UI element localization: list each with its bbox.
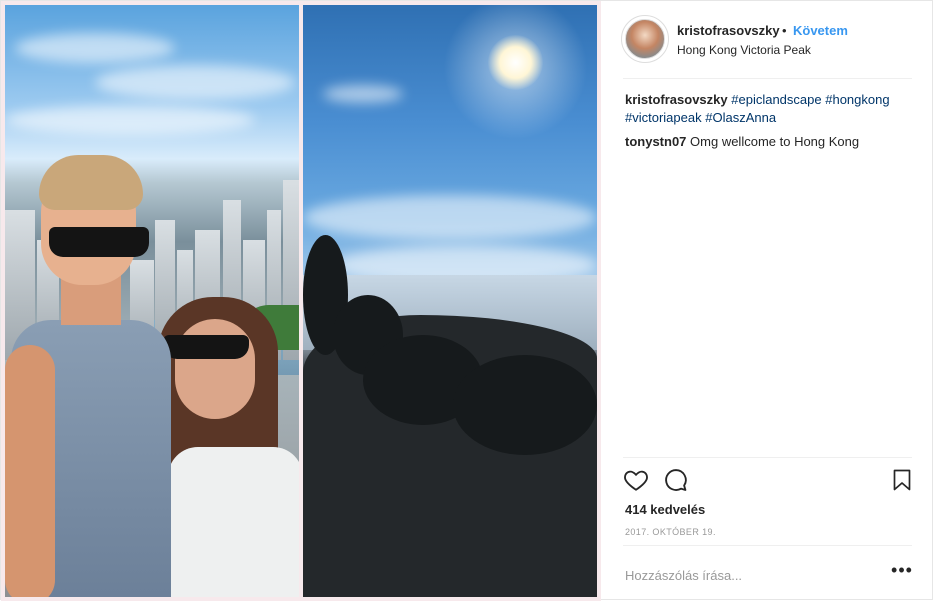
comment-input[interactable] [625,565,865,585]
post-date: 2017. október 19. [625,527,716,537]
separator-dot: • [782,23,787,38]
action-bar [601,457,933,507]
divider [623,457,912,458]
post-media[interactable] [1,1,601,601]
hashtag-link[interactable]: #hongkong [825,92,889,107]
divider [623,545,912,546]
comment-item: tonystn07 Omg wellcome to Hong Kong [625,133,915,151]
follow-button[interactable]: Követem [793,23,848,38]
photo-selfie-couple [5,5,299,597]
add-comment-section: ••• [601,545,933,601]
instagram-post: kristofrasovszky • Követem Hong Kong Vic… [0,0,933,601]
caption: kristofrasovszky #epiclandscape #hongkon… [625,91,915,127]
hashtag-link[interactable]: #OlaszAnna [705,110,776,125]
comment-author-link[interactable]: tonystn07 [625,134,686,149]
man-figure [5,155,171,597]
comment-text: Omg wellcome to Hong Kong [690,134,860,149]
location-link[interactable]: Hong Kong Victoria Peak [677,43,811,57]
comment-icon[interactable] [663,467,689,493]
post-header: kristofrasovszky • Követem Hong Kong Vic… [601,1,933,79]
caption-author-link[interactable]: kristofrasovszky [625,92,728,107]
bookmark-icon[interactable] [890,467,916,493]
divider [623,78,912,79]
sun [488,35,543,90]
avatar[interactable] [625,19,665,59]
heart-icon[interactable] [623,467,649,493]
hashtag-link[interactable]: #victoriapeak [625,110,702,125]
photo-peak-landscape [303,5,597,597]
woman-figure [153,297,299,597]
comments-list: kristofrasovszky #epiclandscape #hongkon… [625,91,915,157]
username-link[interactable]: kristofrasovszky [677,23,780,38]
post-sidebar: kristofrasovszky • Követem Hong Kong Vic… [601,1,933,601]
more-options-icon[interactable]: ••• [891,561,913,583]
hashtag-link[interactable]: #epiclandscape [731,92,821,107]
likes-count[interactable]: 414 kedvelés [625,502,705,517]
